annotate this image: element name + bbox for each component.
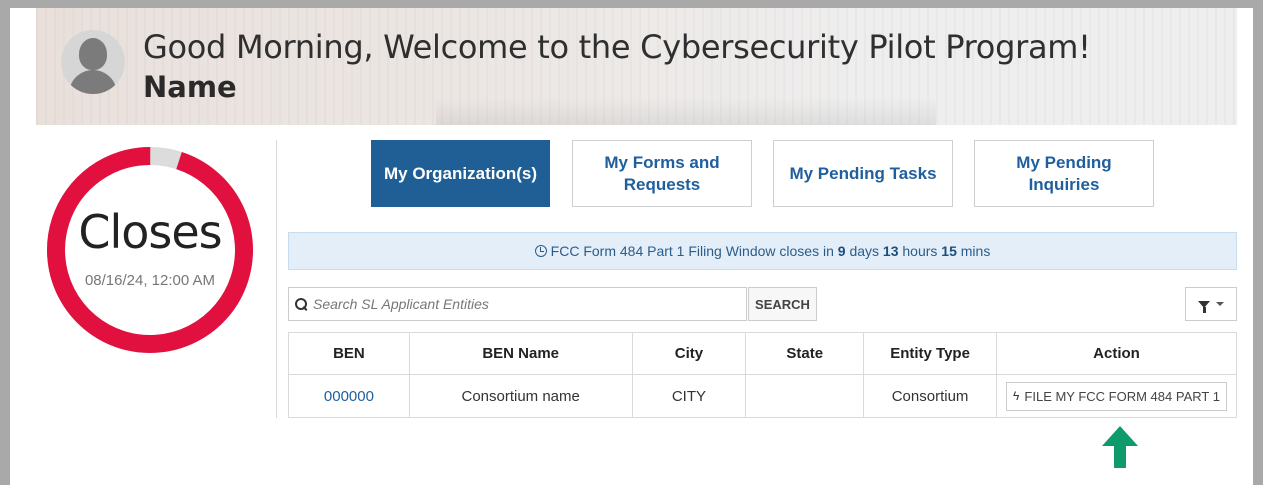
header-action: Action bbox=[996, 332, 1237, 375]
notice-days: 9 bbox=[837, 243, 846, 259]
vertical-divider bbox=[276, 140, 277, 418]
header-ben-name: BEN Name bbox=[408, 332, 633, 375]
notice-days-label: days bbox=[849, 243, 880, 259]
ben-name-cell: Consortium name bbox=[408, 374, 633, 418]
filter-dropdown-button[interactable] bbox=[1185, 287, 1237, 321]
table-row: 000000 Consortium name CITY Consortium ϟ… bbox=[288, 374, 1237, 418]
file-form-484-button[interactable]: ϟ FILE MY FCC FORM 484 PART 1 bbox=[1006, 381, 1227, 411]
notice-hours-label: hours bbox=[902, 243, 938, 259]
tab-my-pending-tasks[interactable]: My Pending Tasks bbox=[773, 140, 953, 207]
state-cell bbox=[745, 374, 865, 418]
avatar-body bbox=[69, 70, 117, 94]
header-state: State bbox=[745, 332, 865, 375]
welcome-banner: Good Morning, Welcome to the Cybersecuri… bbox=[36, 8, 1237, 125]
tab-my-organizations[interactable]: My Organization(s) bbox=[371, 140, 550, 207]
header-ben: BEN bbox=[288, 332, 410, 375]
entity-type-cell: Consortium bbox=[863, 374, 998, 418]
search-icon bbox=[295, 298, 307, 310]
header-city: City bbox=[631, 332, 747, 375]
ben-link[interactable]: 000000 bbox=[288, 374, 410, 418]
file-form-label: FILE MY FCC FORM 484 PART 1 bbox=[1024, 388, 1220, 404]
countdown-label: Closes bbox=[78, 205, 222, 259]
green-up-arrow-icon bbox=[1102, 426, 1138, 468]
avatar bbox=[61, 30, 125, 94]
tab-my-pending-inquiries[interactable]: My Pending Inquiries bbox=[974, 140, 1154, 207]
tab-my-forms-and-requests[interactable]: My Forms and Requests bbox=[572, 140, 752, 207]
table-header-row: BEN BEN Name City State Entity Type Acti… bbox=[288, 332, 1237, 375]
search-button[interactable]: SEARCH bbox=[748, 287, 817, 321]
bolt-icon: ϟ bbox=[1013, 389, 1020, 403]
search-box bbox=[288, 287, 747, 321]
notice-prefix: FCC Form 484 Part 1 Filing Window closes… bbox=[550, 243, 834, 259]
notice-mins: 15 bbox=[941, 243, 957, 259]
clock-icon bbox=[534, 245, 547, 257]
caret-down-icon bbox=[1216, 302, 1224, 306]
greeting-text: Good Morning, Welcome to the Cybersecuri… bbox=[143, 28, 1091, 66]
filing-window-notice: FCC Form 484 Part 1 Filing Window closes… bbox=[288, 232, 1237, 270]
search-input[interactable] bbox=[313, 296, 733, 312]
city-cell: CITY bbox=[631, 374, 747, 418]
notice-hours: 13 bbox=[882, 243, 899, 259]
action-cell: ϟ FILE MY FCC FORM 484 PART 1 bbox=[996, 374, 1237, 418]
user-name: Name bbox=[143, 70, 237, 104]
avatar-head bbox=[79, 38, 107, 70]
countdown-date: 08/16/24, 12:00 AM bbox=[84, 272, 216, 289]
header-entity-type: Entity Type bbox=[863, 332, 998, 375]
entities-table: BEN BEN Name City State Entity Type Acti… bbox=[288, 332, 1237, 418]
notice-mins-label: mins bbox=[960, 243, 991, 259]
filter-icon bbox=[1198, 300, 1210, 313]
banner-skyline bbox=[436, 98, 936, 125]
